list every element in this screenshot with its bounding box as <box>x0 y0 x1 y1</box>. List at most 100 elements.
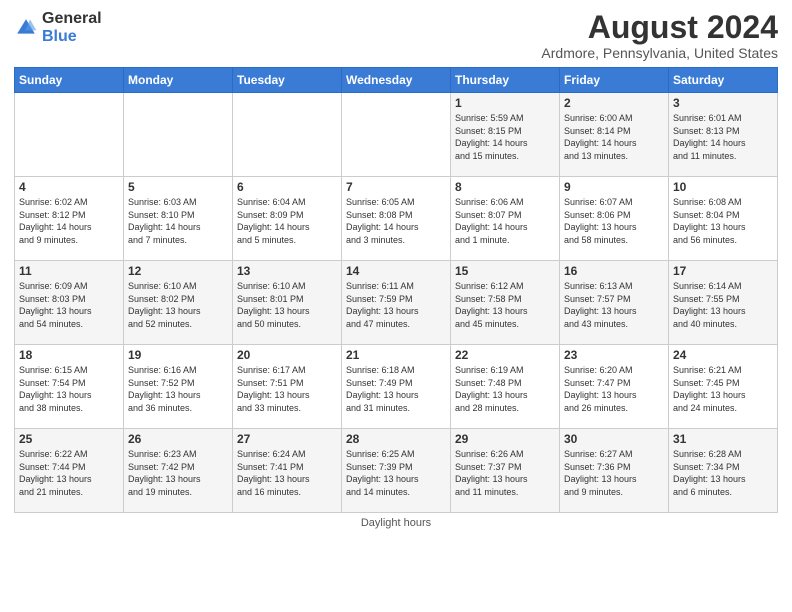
week-row-3: 18 Sunrise: 6:15 AMSunset: 7:54 PMDayligh… <box>15 345 778 429</box>
day-cell: 28 Sunrise: 6:25 AMSunset: 7:39 PMDayligh… <box>342 429 451 513</box>
day-number: 13 <box>237 264 337 278</box>
day-cell: 12 Sunrise: 6:10 AMSunset: 8:02 PMDayligh… <box>124 261 233 345</box>
calendar-table: SundayMondayTuesdayWednesdayThursdayFrid… <box>14 67 778 513</box>
day-cell: 11Sunrise: 6:09 AMSunset: 8:03 PMDayligh… <box>15 261 124 345</box>
day-info: Sunrise: 6:19 AMSunset: 7:48 PMDaylight:… <box>455 364 555 414</box>
day-cell: 1Sunrise: 5:59 AMSunset: 8:15 PMDaylight… <box>451 93 560 177</box>
day-number: 31 <box>673 432 773 446</box>
day-info: Sunrise: 6:25 AMSunset: 7:39 PMDaylight:… <box>346 448 446 498</box>
day-number: 11 <box>19 264 119 278</box>
day-cell: 23 Sunrise: 6:20 AMSunset: 7:47 PMDayligh… <box>560 345 669 429</box>
day-cell: 30 Sunrise: 6:27 AMSunset: 7:36 PMDayligh… <box>560 429 669 513</box>
header-cell-monday: Monday <box>124 68 233 93</box>
day-number: 6 <box>237 180 337 194</box>
day-cell: 7 Sunrise: 6:05 AMSunset: 8:08 PMDaylight… <box>342 177 451 261</box>
day-info: Sunrise: 5:59 AMSunset: 8:15 PMDaylight:… <box>455 112 555 162</box>
header-cell-sunday: Sunday <box>15 68 124 93</box>
day-number: 10 <box>673 180 773 194</box>
day-cell: 17Sunrise: 6:14 AMSunset: 7:55 PMDayligh… <box>669 261 778 345</box>
day-number: 2 <box>564 96 664 110</box>
day-info: Sunrise: 6:10 AMSunset: 8:01 PMDaylight:… <box>237 280 337 330</box>
day-cell: 20Sunrise: 6:17 AMSunset: 7:51 PMDayligh… <box>233 345 342 429</box>
day-info: Sunrise: 6:02 AMSunset: 8:12 PMDaylight:… <box>19 196 119 246</box>
title-area: August 2024 Ardmore, Pennsylvania, Unite… <box>541 10 778 61</box>
day-cell: 5 Sunrise: 6:03 AMSunset: 8:10 PMDaylight… <box>124 177 233 261</box>
day-cell: 15 Sunrise: 6:12 AMSunset: 7:58 PMDayligh… <box>451 261 560 345</box>
day-cell: 25 Sunrise: 6:22 AMSunset: 7:44 PMDayligh… <box>15 429 124 513</box>
day-info: Sunrise: 6:08 AMSunset: 8:04 PMDaylight:… <box>673 196 773 246</box>
day-cell <box>342 93 451 177</box>
day-cell: 21Sunrise: 6:18 AMSunset: 7:49 PMDayligh… <box>342 345 451 429</box>
day-number: 8 <box>455 180 555 194</box>
day-info: Sunrise: 6:05 AMSunset: 8:08 PMDaylight:… <box>346 196 446 246</box>
day-number: 30 <box>564 432 664 446</box>
day-cell: 10 Sunrise: 6:08 AMSunset: 8:04 PMDayligh… <box>669 177 778 261</box>
day-info: Sunrise: 6:07 AMSunset: 8:06 PMDaylight:… <box>564 196 664 246</box>
day-info: Sunrise: 6:23 AMSunset: 7:42 PMDaylight:… <box>128 448 228 498</box>
day-cell: 16 Sunrise: 6:13 AMSunset: 7:57 PMDayligh… <box>560 261 669 345</box>
day-number: 12 <box>128 264 228 278</box>
header-cell-tuesday: Tuesday <box>233 68 342 93</box>
day-info: Sunrise: 6:26 AMSunset: 7:37 PMDaylight:… <box>455 448 555 498</box>
logo-general: General <box>42 10 102 28</box>
day-cell: 31 Sunrise: 6:28 AMSunset: 7:34 PMDayligh… <box>669 429 778 513</box>
day-cell: 26 Sunrise: 6:23 AMSunset: 7:42 PMDayligh… <box>124 429 233 513</box>
day-info: Sunrise: 6:10 AMSunset: 8:02 PMDaylight:… <box>128 280 228 330</box>
day-info: Sunrise: 6:03 AMSunset: 8:10 PMDaylight:… <box>128 196 228 246</box>
logo-icon <box>14 16 38 40</box>
day-cell: 24Sunrise: 6:21 AMSunset: 7:45 PMDayligh… <box>669 345 778 429</box>
day-number: 3 <box>673 96 773 110</box>
day-cell: 18 Sunrise: 6:15 AMSunset: 7:54 PMDayligh… <box>15 345 124 429</box>
calendar-header: SundayMondayTuesdayWednesdayThursdayFrid… <box>15 68 778 93</box>
day-number: 28 <box>346 432 446 446</box>
day-info: Sunrise: 6:14 AMSunset: 7:55 PMDaylight:… <box>673 280 773 330</box>
day-cell <box>233 93 342 177</box>
day-number: 16 <box>564 264 664 278</box>
day-number: 22 <box>455 348 555 362</box>
day-cell <box>124 93 233 177</box>
day-info: Sunrise: 6:06 AMSunset: 8:07 PMDaylight:… <box>455 196 555 246</box>
day-cell: 27Sunrise: 6:24 AMSunset: 7:41 PMDayligh… <box>233 429 342 513</box>
day-info: Sunrise: 6:20 AMSunset: 7:47 PMDaylight:… <box>564 364 664 414</box>
logo: General Blue <box>14 10 102 45</box>
logo-blue: Blue <box>42 28 102 46</box>
day-number: 19 <box>128 348 228 362</box>
header-cell-friday: Friday <box>560 68 669 93</box>
day-info: Sunrise: 6:27 AMSunset: 7:36 PMDaylight:… <box>564 448 664 498</box>
header-cell-wednesday: Wednesday <box>342 68 451 93</box>
day-number: 4 <box>19 180 119 194</box>
day-cell: 8 Sunrise: 6:06 AMSunset: 8:07 PMDaylight… <box>451 177 560 261</box>
location: Ardmore, Pennsylvania, United States <box>541 45 778 61</box>
day-number: 5 <box>128 180 228 194</box>
day-info: Sunrise: 6:01 AMSunset: 8:13 PMDaylight:… <box>673 112 773 162</box>
day-info: Sunrise: 6:28 AMSunset: 7:34 PMDaylight:… <box>673 448 773 498</box>
day-number: 20 <box>237 348 337 362</box>
day-cell: 9Sunrise: 6:07 AMSunset: 8:06 PMDaylight… <box>560 177 669 261</box>
header-cell-saturday: Saturday <box>669 68 778 93</box>
day-number: 25 <box>19 432 119 446</box>
day-number: 14 <box>346 264 446 278</box>
day-number: 7 <box>346 180 446 194</box>
day-number: 23 <box>564 348 664 362</box>
day-cell: 4 Sunrise: 6:02 AMSunset: 8:12 PMDaylight… <box>15 177 124 261</box>
week-row-4: 25 Sunrise: 6:22 AMSunset: 7:44 PMDayligh… <box>15 429 778 513</box>
day-info: Sunrise: 6:00 AMSunset: 8:14 PMDaylight:… <box>564 112 664 162</box>
day-info: Sunrise: 6:16 AMSunset: 7:52 PMDaylight:… <box>128 364 228 414</box>
day-info: Sunrise: 6:12 AMSunset: 7:58 PMDaylight:… <box>455 280 555 330</box>
day-cell: 22 Sunrise: 6:19 AMSunset: 7:48 PMDayligh… <box>451 345 560 429</box>
logo-text: General Blue <box>42 10 102 45</box>
day-number: 27 <box>237 432 337 446</box>
day-info: Sunrise: 6:11 AMSunset: 7:59 PMDaylight:… <box>346 280 446 330</box>
week-row-1: 4 Sunrise: 6:02 AMSunset: 8:12 PMDaylight… <box>15 177 778 261</box>
day-number: 15 <box>455 264 555 278</box>
day-number: 26 <box>128 432 228 446</box>
day-info: Sunrise: 6:15 AMSunset: 7:54 PMDaylight:… <box>19 364 119 414</box>
header-row: SundayMondayTuesdayWednesdayThursdayFrid… <box>15 68 778 93</box>
day-cell: 6Sunrise: 6:04 AMSunset: 8:09 PMDaylight… <box>233 177 342 261</box>
day-info: Sunrise: 6:22 AMSunset: 7:44 PMDaylight:… <box>19 448 119 498</box>
day-number: 18 <box>19 348 119 362</box>
day-cell: 13 Sunrise: 6:10 AMSunset: 8:01 PMDayligh… <box>233 261 342 345</box>
day-info: Sunrise: 6:21 AMSunset: 7:45 PMDaylight:… <box>673 364 773 414</box>
day-number: 21 <box>346 348 446 362</box>
day-info: Sunrise: 6:13 AMSunset: 7:57 PMDaylight:… <box>564 280 664 330</box>
